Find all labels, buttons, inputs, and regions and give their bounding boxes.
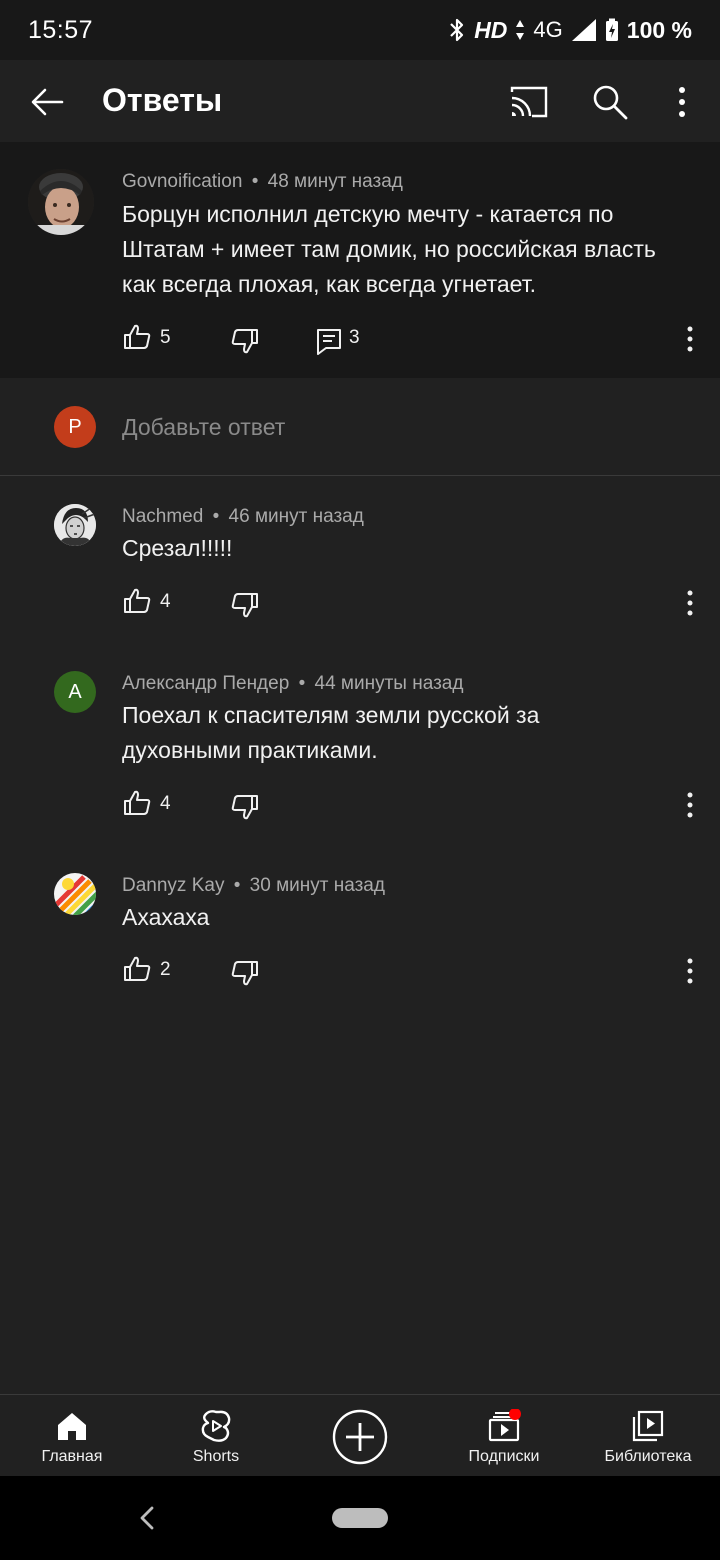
- comment-text: Ахахаха: [122, 904, 210, 930]
- create-plus-icon[interactable]: [332, 1409, 388, 1465]
- nav-label: Главная: [41, 1448, 103, 1465]
- comment-text: Срезал!!!!!: [122, 535, 233, 561]
- comment-more-icon[interactable]: [678, 790, 702, 820]
- meta-separator: •: [298, 673, 306, 694]
- avatar[interactable]: А: [54, 671, 96, 713]
- home-icon: [58, 1413, 86, 1440]
- dislike-icon[interactable]: [230, 590, 260, 620]
- comment-author[interactable]: Govnoification: [122, 171, 242, 192]
- comment-time: 46 минут назад: [228, 506, 364, 527]
- comment-time: 44 минуты назад: [314, 673, 464, 694]
- app-bar: Ответы: [0, 60, 720, 142]
- comment-author[interactable]: Nachmed: [122, 506, 203, 527]
- screen: 15:57 HD 4G 100 % Ответы Govnoification …: [0, 0, 720, 1560]
- like-icon[interactable]: [122, 954, 152, 984]
- reply-icon[interactable]: [314, 326, 344, 356]
- avatar[interactable]: [54, 873, 96, 915]
- back-arrow-icon[interactable]: [26, 80, 70, 124]
- comment-meta: Dannyz Kay • 30 минут назад: [122, 875, 385, 897]
- like-icon[interactable]: [122, 586, 152, 616]
- more-vert-icon[interactable]: [662, 80, 702, 124]
- nav-shorts[interactable]: Shorts: [166, 1395, 266, 1477]
- nav-library[interactable]: Библиотека: [592, 1395, 704, 1477]
- comment-meta: Александр Пендер • 44 минуты назад: [122, 673, 463, 695]
- avatar-photo: [28, 169, 94, 235]
- like-count: 4: [160, 591, 171, 612]
- comment-text: Поехал к спасителям земли русской за дух…: [122, 702, 540, 763]
- search-icon[interactable]: [588, 80, 632, 124]
- library-icon: [632, 1410, 664, 1442]
- nav-label: Shorts: [192, 1448, 240, 1465]
- home-gesture-pill[interactable]: [332, 1508, 388, 1528]
- page-title: Ответы: [102, 82, 223, 118]
- avatar[interactable]: [28, 169, 94, 235]
- nav-label: Библиотека: [604, 1448, 692, 1465]
- nav-label: Подписки: [468, 1448, 540, 1465]
- avatar[interactable]: [54, 504, 96, 546]
- comment-more-icon[interactable]: [678, 956, 702, 986]
- meta-separator: •: [212, 506, 220, 527]
- data-arrows-icon: [516, 20, 525, 40]
- like-icon[interactable]: [122, 322, 152, 352]
- comment-text: Борцун исполнил детскую мечту - катается…: [122, 201, 656, 297]
- shorts-icon: [201, 1410, 231, 1442]
- dislike-icon[interactable]: [230, 792, 260, 822]
- bottom-nav: Главная Shorts Подписки Библиотека: [0, 1394, 720, 1476]
- add-reply-row[interactable]: P Добавьте ответ: [0, 378, 720, 476]
- like-count: 5: [160, 327, 171, 348]
- like-count: 2: [160, 959, 171, 980]
- network-type: 4G: [533, 17, 563, 42]
- avatar-photo: [54, 873, 96, 915]
- subscriptions-icon: [488, 1409, 521, 1442]
- like-icon[interactable]: [122, 788, 152, 818]
- system-nav-bar: [0, 1476, 720, 1560]
- comment-meta: Govnoification • 48 минут назад: [122, 171, 403, 193]
- comment-more-icon[interactable]: [678, 324, 702, 354]
- nav-home[interactable]: Главная: [22, 1395, 122, 1477]
- system-back-icon[interactable]: [136, 1504, 158, 1532]
- battery-percent: 100 %: [626, 16, 692, 43]
- notification-dot: [509, 1409, 521, 1420]
- comment-author[interactable]: Dannyz Kay: [122, 875, 224, 896]
- reply-count[interactable]: 3: [349, 327, 360, 349]
- avatar-letter: А: [68, 680, 82, 703]
- meta-separator: •: [233, 875, 241, 896]
- bluetooth-icon: [450, 18, 464, 42]
- status-icons: HD 4G 100 %: [448, 14, 692, 46]
- nav-subscriptions[interactable]: Подписки: [454, 1395, 554, 1477]
- comment-time: 48 минут назад: [267, 171, 403, 192]
- status-time: 15:57: [28, 16, 94, 44]
- battery-charging-icon: [605, 18, 618, 41]
- signal-icon: [571, 19, 596, 41]
- comment-meta: Nachmed • 46 минут назад: [122, 506, 364, 528]
- comment-author[interactable]: Александр Пендер: [122, 673, 289, 694]
- comment-more-icon[interactable]: [678, 588, 702, 618]
- meta-separator: •: [251, 171, 259, 192]
- comment-time: 30 минут назад: [249, 875, 385, 896]
- user-avatar: P: [54, 406, 96, 448]
- reply-input[interactable]: Добавьте ответ: [122, 414, 285, 441]
- like-count: 4: [160, 793, 171, 814]
- status-bar: 15:57 HD 4G 100 %: [0, 0, 720, 60]
- dislike-icon[interactable]: [230, 326, 260, 356]
- dislike-icon[interactable]: [230, 958, 260, 988]
- parent-comment: Govnoification • 48 минут назад Борцун и…: [0, 142, 720, 378]
- cast-icon[interactable]: [506, 82, 550, 122]
- avatar-photo: [54, 504, 96, 546]
- hd-indicator: HD: [474, 16, 508, 43]
